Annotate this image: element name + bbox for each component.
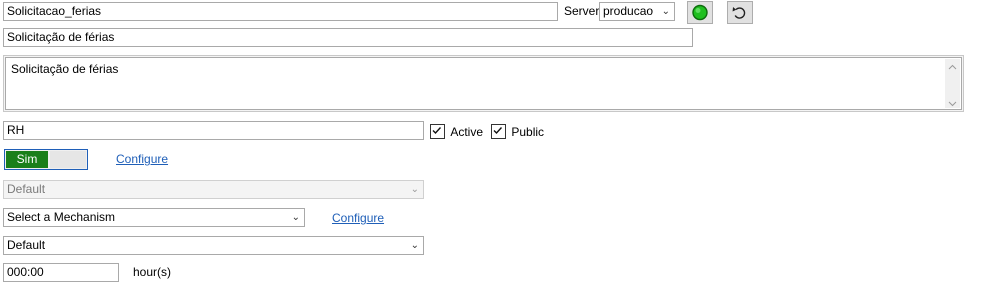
time-unit-label: hour(s) — [133, 265, 172, 279]
server-select[interactable]: producao ⌄ — [599, 2, 675, 21]
public-checkbox[interactable] — [491, 124, 506, 140]
description-text: Solicitação de férias — [11, 62, 119, 76]
sim-toggle[interactable]: Sim — [4, 149, 88, 170]
server-select-value: producao — [603, 4, 654, 18]
public-checkbox-group[interactable]: Public — [491, 124, 545, 140]
undo-icon — [732, 7, 746, 19]
configure-link-2[interactable]: Configure — [332, 210, 384, 226]
category-input[interactable]: RH — [3, 121, 424, 140]
mechanism-select[interactable]: Select a Mechanism ⌄ — [3, 208, 305, 227]
scrollbar-arrows-icon — [948, 64, 957, 107]
server-label: Server — [564, 4, 600, 18]
title-input[interactable]: Solicitação de férias — [3, 28, 693, 47]
active-checkbox-group[interactable]: Active — [430, 124, 484, 140]
checkmark-icon — [432, 127, 442, 135]
chevron-down-icon: ⌄ — [410, 184, 419, 195]
chevron-down-icon: ⌄ — [410, 240, 419, 251]
checkmark-icon — [493, 127, 503, 135]
time-input[interactable]: 000:00 — [3, 263, 119, 282]
toggle-on-segment: Sim — [6, 151, 48, 168]
default-select[interactable]: Default ⌄ — [3, 236, 424, 255]
mechanism-select-value: Select a Mechanism — [7, 210, 116, 224]
default-select-disabled-value: Default — [7, 182, 46, 196]
description-container: Solicitação de férias — [3, 55, 964, 112]
default-select-value: Default — [7, 238, 46, 252]
chevron-down-icon: ⌄ — [661, 6, 670, 17]
public-label: Public — [511, 124, 545, 139]
active-checkbox[interactable] — [430, 124, 445, 140]
reset-button[interactable] — [727, 1, 753, 24]
default-select-disabled: Default ⌄ — [3, 180, 424, 199]
toggle-off-segment — [50, 151, 86, 168]
textarea-scrollbar[interactable] — [945, 59, 960, 108]
description-textarea[interactable]: Solicitação de férias — [5, 57, 962, 110]
configure-link-1[interactable]: Configure — [116, 151, 168, 167]
green-circle-icon — [692, 4, 708, 21]
chevron-down-icon: ⌄ — [291, 212, 300, 223]
process-name-input[interactable]: Solicitacao_ferias — [3, 2, 558, 21]
status-button[interactable] — [687, 1, 713, 24]
active-label: Active — [450, 124, 484, 139]
